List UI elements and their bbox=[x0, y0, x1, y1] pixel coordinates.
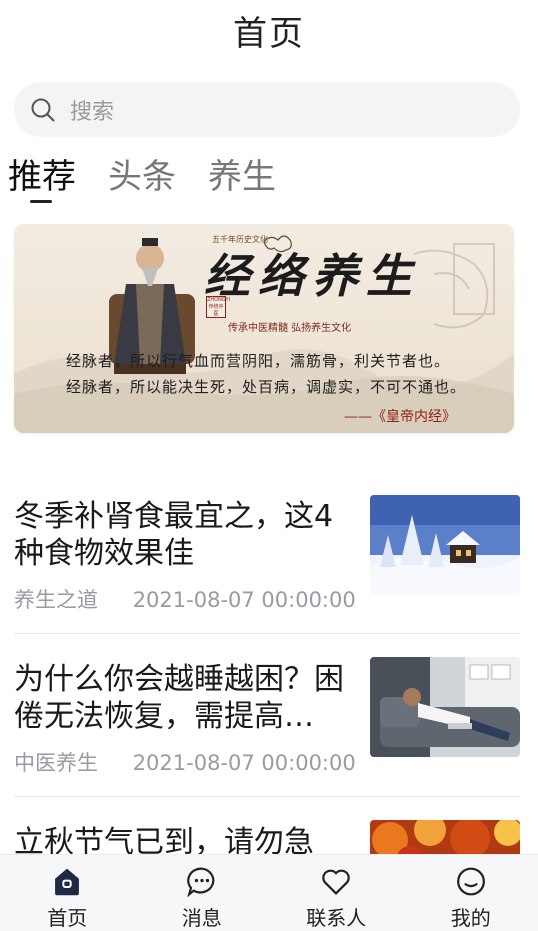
page-title: 首页 bbox=[233, 13, 305, 54]
nav-item-messages[interactable]: 消息 bbox=[135, 855, 270, 931]
banner-quote: ——《皇帝内经》 bbox=[344, 409, 456, 425]
search-placeholder: 搜索 bbox=[70, 99, 115, 125]
article-item[interactable]: 为什么你会越睡越困？困倦无法恢复，需提高… 中医养生 2021-08-07 00… bbox=[14, 657, 520, 801]
category-tabs: 推荐 头条 养生 bbox=[8, 152, 308, 212]
tab-active-indicator bbox=[30, 200, 52, 203]
heart-icon bbox=[322, 869, 350, 895]
banner-subtitle: 传承中医精髓 弘扬养生文化 bbox=[228, 323, 352, 334]
divider bbox=[14, 796, 520, 797]
nav-item-profile[interactable]: 我的 bbox=[404, 855, 538, 931]
divider bbox=[14, 633, 520, 634]
tab-health[interactable]: 养生 bbox=[208, 152, 276, 202]
article-meta: 中医养生 2021-08-07 00:00:00 bbox=[14, 747, 356, 777]
article-thumbnail bbox=[370, 495, 520, 595]
nav-label: 联系人 bbox=[306, 906, 367, 930]
promo-banner[interactable]: 五千年历史文化 经络养生 ZHONGYI 传统中医 传承中医精髓 弘扬养生文化 … bbox=[14, 224, 514, 433]
bottom-nav: 首页 消息 联系人 我的 bbox=[0, 854, 538, 931]
nav-label: 我的 bbox=[450, 906, 491, 930]
nav-label: 首页 bbox=[47, 906, 88, 930]
search-bar[interactable]: 搜索 bbox=[14, 82, 520, 137]
article-title: 为什么你会越睡越困？困倦无法恢复，需提高… bbox=[14, 662, 344, 734]
nav-label: 消息 bbox=[181, 906, 222, 930]
article-source: 养生之道 bbox=[14, 588, 98, 612]
article-date: 2021-08-07 00:00:00 bbox=[132, 751, 356, 775]
nav-item-contacts[interactable]: 联系人 bbox=[269, 855, 404, 931]
banner-seal: ZHONGYI 传统中医 bbox=[206, 296, 231, 318]
tab-recommend[interactable]: 推荐 bbox=[8, 152, 76, 203]
nav-item-home[interactable]: 首页 bbox=[0, 855, 135, 931]
article-source: 中医养生 bbox=[14, 751, 98, 775]
header: 首页 bbox=[0, 0, 538, 60]
home-page: 首页 搜索 推荐 头条 养生 五千年历史文化 经络养生 ZHONGYI 传统中医… bbox=[0, 0, 538, 931]
man-sleeping-sofa-image bbox=[370, 657, 520, 757]
search-icon bbox=[31, 98, 55, 121]
tab-label: 头条 bbox=[108, 157, 176, 197]
message-icon bbox=[186, 867, 215, 898]
tab-label: 推荐 bbox=[8, 157, 76, 197]
tab-label: 养生 bbox=[208, 157, 276, 197]
banner-line-1: 经脉者，所以行气血而营阴阳，濡筋骨，利关节者也。 bbox=[66, 352, 451, 370]
tab-headlines[interactable]: 头条 bbox=[108, 152, 176, 202]
article-item[interactable]: 冬季补肾食最宜之，这4种食物效果佳 养生之道 2021-08-07 00:00:… bbox=[14, 495, 520, 638]
article-title: 冬季补肾食最宜之，这4种食物效果佳 bbox=[14, 499, 334, 571]
home-icon bbox=[55, 868, 80, 896]
banner-title: 经络养生 bbox=[204, 249, 420, 303]
article-meta: 养生之道 2021-08-07 00:00:00 bbox=[14, 584, 356, 614]
snow-cabin-image bbox=[370, 495, 520, 595]
banner-line-2: 经脉者，所以能决生死，处百病，调虚实，不可不通也。 bbox=[66, 378, 467, 396]
profile-icon bbox=[456, 867, 485, 896]
article-thumbnail bbox=[370, 657, 520, 757]
article-date: 2021-08-07 00:00:00 bbox=[132, 588, 356, 612]
